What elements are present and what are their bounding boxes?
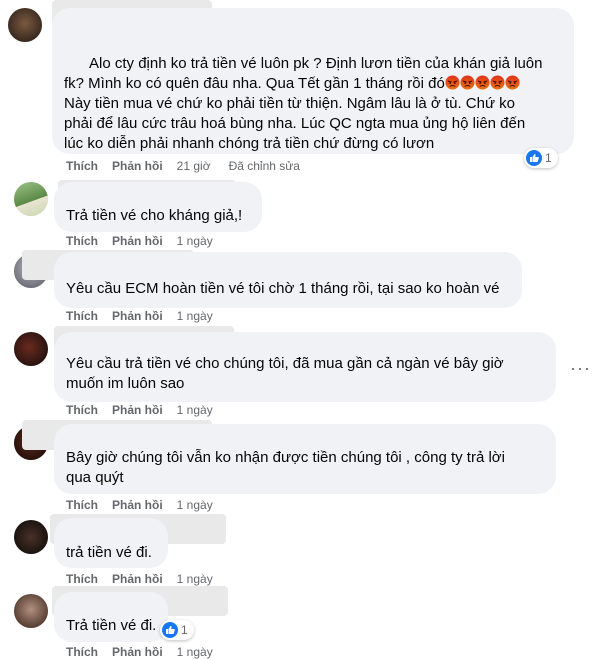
timestamp[interactable]: 1 ngày	[177, 572, 213, 586]
comment-actions: Thích Phản hồi 1 ngày	[66, 308, 227, 324]
angry-emoji-icon	[445, 75, 460, 90]
comment-text: Yêu cầu ECM hoàn tiền vé tôi chờ 1 tháng…	[66, 280, 500, 297]
avatar[interactable]	[14, 520, 48, 554]
comment-3: Yêu cầu ECM hoàn tiền vé tôi chờ 1 tháng…	[0, 250, 600, 326]
reaction-count[interactable]: 1	[524, 148, 558, 168]
reply-button[interactable]: Phản hồi	[112, 403, 163, 417]
comment-text: Yêu cầu trả tiền vé cho chúng tôi, đã mu…	[66, 355, 504, 392]
timestamp[interactable]: 1 ngày	[177, 309, 213, 323]
avatar[interactable]	[14, 182, 48, 216]
timestamp[interactable]: 1 ngày	[177, 498, 213, 512]
reply-button[interactable]: Phản hồi	[112, 309, 163, 323]
comment-text: trả tiền vé đi.	[66, 544, 152, 561]
comment-2: Trả tiền vé cho kháng giả,! Thích Phản hồ…	[0, 180, 600, 250]
like-button[interactable]: Thích	[66, 309, 98, 323]
angry-emoji-icon	[460, 75, 475, 90]
comment-text: Trả tiền vé cho kháng giả,!	[66, 207, 243, 224]
avatar[interactable]	[8, 8, 42, 42]
timestamp[interactable]: 1 ngày	[177, 403, 213, 417]
edited-label: Đã chỉnh sửa	[228, 159, 300, 173]
comment-bubble: Yêu cầu ECM hoàn tiền vé tôi chờ 1 tháng…	[54, 252, 522, 308]
more-options-button[interactable]: ···	[570, 359, 591, 377]
avatar[interactable]	[14, 594, 48, 628]
comment-actions: Thích Phản hồi 1 ngày	[66, 497, 227, 513]
comment-4: Yêu cầu trả tiền vé cho chúng tôi, đã mu…	[0, 326, 600, 420]
comment-7: Trả tiền vé đi. 1 Thích Phản hồi 1 ngày	[0, 586, 600, 660]
comment-bubble: Trả tiền vé đi.	[54, 592, 168, 642]
comment-6: trả tiền vé đi. Thích Phản hồi 1 ngày	[0, 514, 600, 586]
comment-actions: Thích Phản hồi 21 giờ Đã chỉnh sửa	[66, 158, 300, 174]
timestamp[interactable]: 21 giờ	[177, 159, 211, 173]
comment-1: Alo cty định ko trả tiền vé luôn pk ? Đị…	[0, 0, 600, 180]
angry-emoji-icon	[505, 75, 520, 90]
comment-text: Bây giờ chúng tôi vẫn ko nhận được tiền …	[66, 449, 505, 486]
comment-text-2: Này tiền mua vé chứ ko phải tiền từ thiệ…	[64, 95, 526, 152]
like-button[interactable]: Thích	[66, 234, 98, 248]
comment-actions: Thích Phản hồi 1 ngày	[66, 233, 227, 249]
comment-actions: Thích Phản hồi 1 ngày	[66, 571, 227, 587]
angry-emoji-icon	[490, 75, 505, 90]
comment-text: Trả tiền vé đi.	[66, 617, 157, 634]
like-icon	[162, 622, 178, 638]
comment-bubble: Bây giờ chúng tôi vẫn ko nhận được tiền …	[54, 424, 556, 494]
reaction-number: 1	[181, 623, 188, 637]
reply-button[interactable]: Phản hồi	[112, 498, 163, 512]
avatar[interactable]	[14, 332, 48, 366]
reaction-number: 1	[545, 151, 552, 165]
reply-button[interactable]: Phản hồi	[112, 234, 163, 248]
comment-5: Bây giờ chúng tôi vẫn ko nhận được tiền …	[0, 420, 600, 514]
reply-button[interactable]: Phản hồi	[112, 159, 163, 173]
comment-bubble: Trả tiền vé cho kháng giả,!	[54, 182, 262, 232]
angry-emoji-icon	[475, 75, 490, 90]
timestamp[interactable]: 1 ngày	[177, 234, 213, 248]
reaction-count[interactable]: 1	[160, 620, 194, 640]
like-button[interactable]: Thích	[66, 159, 98, 173]
comment-actions: Thích Phản hồi 1 ngày	[66, 644, 227, 660]
reply-button[interactable]: Phản hồi	[112, 572, 163, 586]
angry-emojis	[445, 75, 520, 92]
comment-bubble: trả tiền vé đi.	[54, 518, 168, 568]
like-button[interactable]: Thích	[66, 572, 98, 586]
like-button[interactable]: Thích	[66, 403, 98, 417]
comment-bubble: Yêu cầu trả tiền vé cho chúng tôi, đã mu…	[54, 332, 556, 402]
like-icon	[526, 150, 542, 166]
comment-bubble: Alo cty định ko trả tiền vé luôn pk ? Đị…	[52, 8, 574, 154]
comment-actions: Thích Phản hồi 1 ngày	[66, 402, 227, 418]
like-button[interactable]: Thích	[66, 498, 98, 512]
